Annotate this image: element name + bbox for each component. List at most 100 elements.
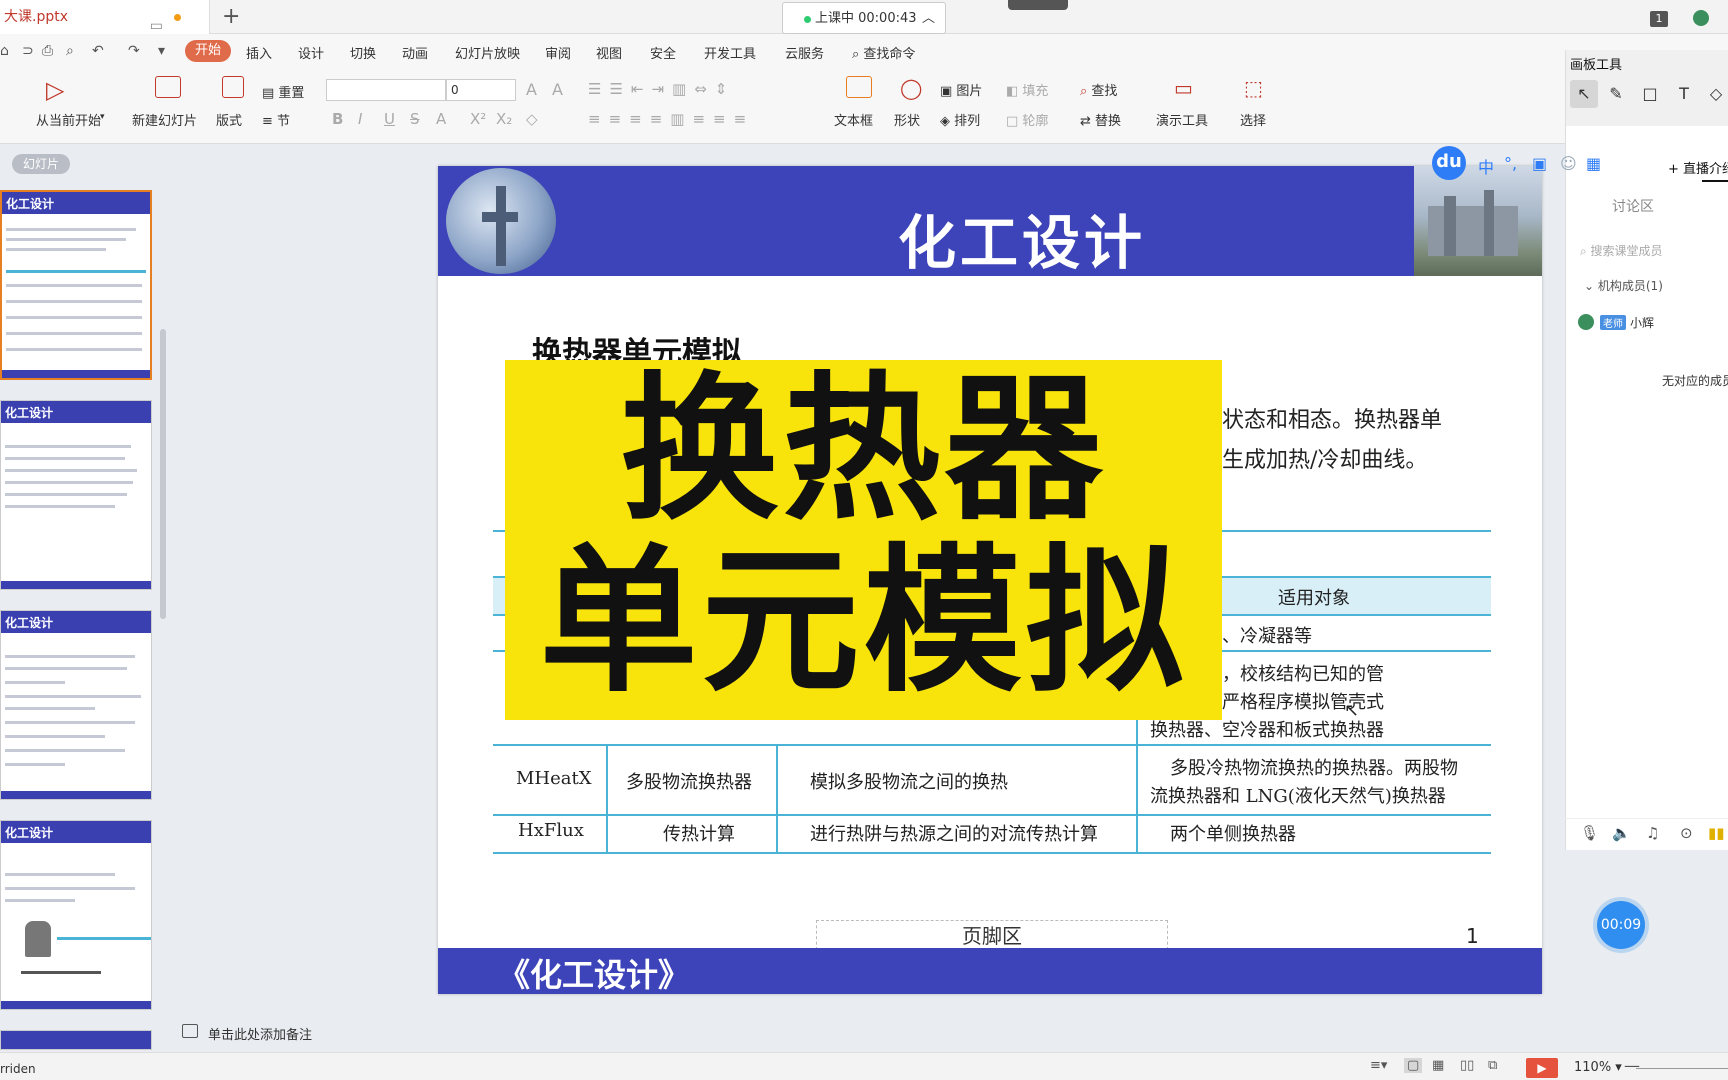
new-slide-icon[interactable] [155, 76, 181, 98]
dropdown-arrow-icon[interactable]: ▾ [100, 112, 105, 122]
sorter-view-icon[interactable]: ▦ [1432, 1058, 1444, 1073]
speaker-icon[interactable]: 🔈 [1612, 824, 1631, 842]
menu-developer[interactable]: 开发工具 [704, 43, 756, 62]
zoom-out-icon[interactable]: — [1624, 1056, 1640, 1075]
slides-tab[interactable]: 幻灯片 [12, 154, 70, 174]
align-icons[interactable]: ≡≡≡≡▥≡≡≡ [588, 110, 754, 128]
list-format-icons[interactable]: ☰☰⇤⇥▥⇔⇕ [588, 80, 735, 98]
document-tab[interactable]: 大课.pptx ▭ [0, 0, 210, 34]
slide-thumbnail-4[interactable]: 化工设计 [0, 820, 152, 1010]
rectangle-tool-icon[interactable]: □ [1636, 80, 1664, 108]
menu-design[interactable]: 设计 [298, 43, 324, 62]
italic-button[interactable]: I [358, 110, 362, 128]
reset-button[interactable]: ▤ 重置 [262, 82, 304, 101]
section-button[interactable]: ≡ 节 [262, 110, 290, 129]
pen-tool-icon[interactable]: ✎ [1602, 80, 1630, 108]
slides-scrollbar[interactable] [160, 329, 166, 619]
textbox-button[interactable]: 文本框 [834, 110, 873, 129]
member-name[interactable]: 小辉 [1630, 314, 1654, 331]
search-command[interactable]: ⌕ 查找命令 [852, 43, 915, 62]
menu-review[interactable]: 审阅 [545, 43, 571, 62]
tab-discussion[interactable]: 讨论区 [1612, 196, 1654, 216]
clear-format-icon[interactable]: ◇ [526, 110, 538, 128]
chevron-up-icon[interactable]: ︿ [922, 3, 935, 35]
undo-icon[interactable]: ↶ [92, 43, 104, 59]
print-icon[interactable]: ⎙ [42, 43, 53, 59]
slide-thumbnail-5[interactable] [0, 1030, 152, 1050]
microphone-icon[interactable]: 🎙 [1580, 824, 1599, 842]
reading-view-icon[interactable]: ▯▯ [1460, 1058, 1474, 1073]
pointer-tool-icon[interactable]: ↖ [1570, 80, 1598, 108]
textbox-icon[interactable] [846, 76, 872, 98]
new-tab-button[interactable]: + [222, 4, 240, 29]
chinese-input-icon[interactable]: 中 [1478, 154, 1494, 178]
footer-placeholder[interactable]: 页脚区 [816, 920, 1168, 950]
strikethrough-button[interactable]: S [410, 110, 420, 128]
slide-thumbnail-1[interactable]: 化工设计 [0, 190, 152, 380]
user-icon[interactable]: ☺ [1560, 154, 1577, 173]
subscript-icon[interactable]: X₂ [496, 110, 512, 128]
zoom-slider[interactable] [1636, 1068, 1728, 1069]
superscript-icon[interactable]: X² [470, 110, 486, 128]
fill-button[interactable]: ◧ 填充 [1006, 80, 1048, 99]
window-badge[interactable]: 1 [1650, 11, 1668, 27]
present-tools-button[interactable]: 演示工具 [1156, 110, 1208, 129]
menu-view[interactable]: 视图 [596, 43, 622, 62]
location-icon[interactable]: ⊙ [1680, 824, 1693, 842]
live-intro-button[interactable]: + 直播介绍 [1668, 158, 1728, 177]
user-avatar[interactable] [1693, 10, 1709, 26]
play-from-current-icon[interactable]: ▷ [46, 76, 64, 104]
du-logo-icon[interactable]: du [1432, 146, 1466, 180]
member-search-input[interactable]: ⌕ 搜索课堂成员 [1580, 242, 1663, 259]
redo-icon[interactable]: ↷ [128, 43, 140, 59]
font-size-select[interactable]: 0 [446, 79, 516, 101]
menu-slideshow[interactable]: 幻灯片放映 [455, 43, 520, 62]
font-grow-icon[interactable]: A [526, 80, 537, 99]
shape-button[interactable]: 形状 [894, 110, 920, 129]
menu-start[interactable]: 开始 [185, 40, 231, 62]
picture-button[interactable]: ▣ 图片 [940, 80, 982, 99]
live-status-pill[interactable]: 上课中 00:00:43 ︿ [782, 2, 946, 34]
normal-view-icon[interactable]: ▢ [1404, 1058, 1423, 1073]
layout-icon[interactable] [222, 76, 244, 98]
notes-bar[interactable] [172, 1019, 1565, 1049]
slide-thumbnail-2[interactable]: 化工设计 [0, 400, 152, 590]
punctuation-icon[interactable]: °, [1504, 154, 1517, 173]
grid-icon[interactable]: ▦ [1586, 154, 1601, 173]
eraser-tool-icon[interactable]: ◇ [1702, 80, 1728, 108]
font-color-icon[interactable]: A [436, 110, 446, 128]
new-slide-button[interactable]: 新建幻灯片 [132, 110, 197, 129]
menu-animation[interactable]: 动画 [402, 43, 428, 62]
replace-button[interactable]: ⇄ 替换 [1080, 110, 1121, 129]
find-button[interactable]: ⌕ 查找 [1080, 80, 1117, 99]
notes-placeholder[interactable]: 单击此处添加备注 [208, 1024, 312, 1043]
zoom-level[interactable]: 110% ▾ [1574, 1060, 1622, 1075]
bold-button[interactable]: B [332, 110, 343, 128]
shape-icon[interactable]: ◯ [900, 76, 922, 100]
music-icon[interactable]: ♫ [1646, 824, 1659, 842]
quick-access-dropdown-icon[interactable]: ▾ [158, 43, 165, 59]
menu-cloud[interactable]: 云服务 [785, 43, 824, 62]
menu-security[interactable]: 安全 [650, 43, 676, 62]
arrange-button[interactable]: ◈ 排列 [940, 110, 980, 129]
menu-transition[interactable]: 切换 [350, 43, 376, 62]
timer-bubble[interactable]: 00:09 [1597, 901, 1645, 949]
notes-toggle-icon[interactable]: ≡▾ [1370, 1058, 1387, 1073]
org-members-group[interactable]: ⌄ 机构成员(1) [1584, 277, 1663, 294]
outline-button[interactable]: □ 轮廓 [1006, 110, 1048, 129]
select-button[interactable]: 选择 [1240, 110, 1266, 129]
font-shrink-icon[interactable]: A [552, 80, 563, 99]
link-icon[interactable]: ⊃ [22, 43, 34, 59]
open-icon[interactable]: ⌂ [0, 43, 9, 59]
print-preview-icon[interactable]: ⌕ [66, 43, 74, 59]
select-icon[interactable]: ⬚ [1244, 76, 1263, 100]
present-tools-icon[interactable]: ▭ [1174, 76, 1193, 100]
underline-button[interactable]: U [384, 110, 395, 128]
slide-thumbnail-3[interactable]: 化工设计 [0, 610, 152, 800]
from-current-button[interactable]: 从当前开始 [36, 110, 101, 129]
play-slideshow-button[interactable]: ▶ [1526, 1058, 1558, 1078]
toolbox-icon[interactable]: ▣ [1532, 154, 1547, 173]
text-tool-icon[interactable]: T [1670, 80, 1698, 108]
font-family-select[interactable] [326, 79, 446, 101]
menu-insert[interactable]: 插入 [246, 43, 272, 62]
